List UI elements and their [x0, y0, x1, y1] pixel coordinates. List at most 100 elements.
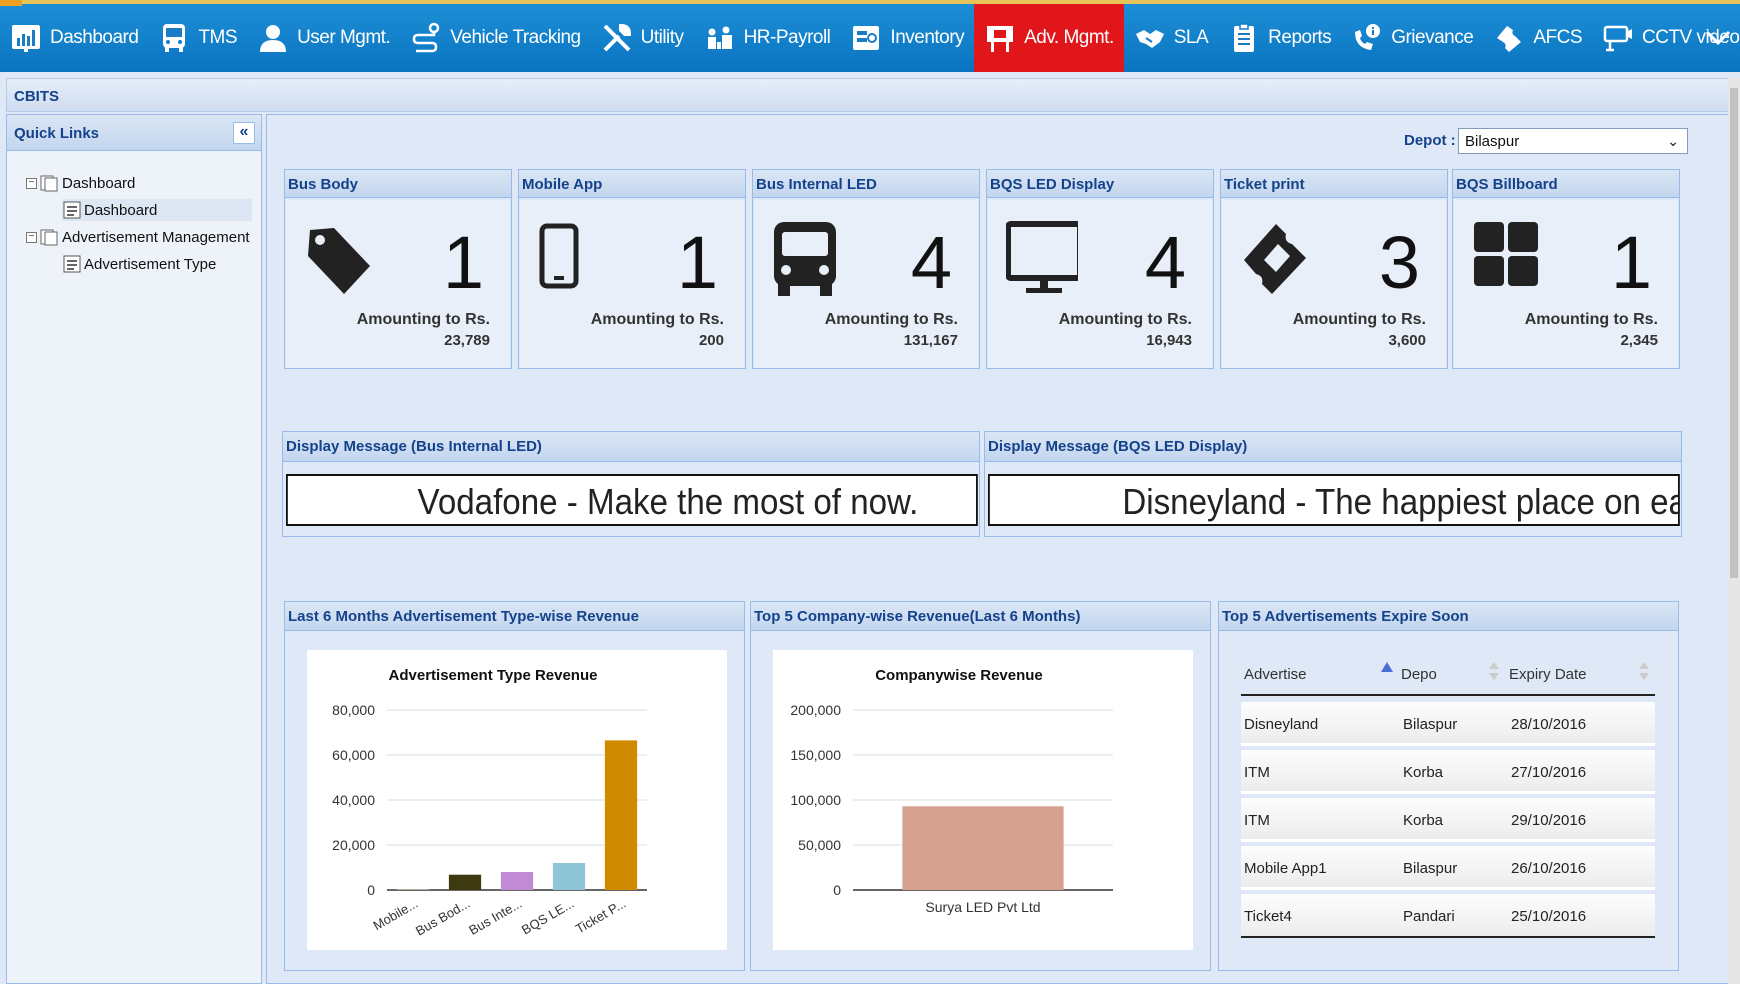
nav-dashboard[interactable]: Dashboard [0, 4, 148, 72]
y-tick-label: 0 [833, 882, 841, 898]
panel-title: Last 6 Months Advertisement Type-wise Re… [285, 602, 744, 631]
nav-sla[interactable]: SLA [1124, 4, 1218, 72]
cell-advertise: Ticket4 [1244, 908, 1292, 925]
bus-front-icon [774, 222, 836, 296]
card-body: 4 Amounting to Rs. 16,943 [988, 200, 1212, 368]
amount-label: Amounting to Rs. [1524, 311, 1658, 328]
card-bus-body: Bus Body 1 Amounting to Rs. 23,789 [284, 169, 512, 369]
x-tick-label: Bus Inte... [466, 896, 524, 938]
route-icon [412, 22, 440, 53]
table-row[interactable]: Ticket4 Pandari 25/10/2016 [1241, 894, 1655, 938]
nav-afcs[interactable]: AFCS [1483, 4, 1592, 72]
card-title: BQS LED Display [987, 170, 1213, 198]
tree-label: Advertisement Type [84, 255, 217, 273]
column-header-depo[interactable]: Depo [1401, 666, 1437, 683]
collapse-toggle-icon[interactable]: − [26, 231, 37, 243]
marquee-text: Vodafone - Make the most of now. [286, 474, 978, 526]
monitor-icon [1006, 221, 1078, 293]
quick-links-header: Quick Links « [7, 115, 261, 151]
card-title: Bus Internal LED [753, 170, 979, 198]
cell-depo: Bilaspur [1403, 716, 1458, 733]
chart-title: Advertisement Type Revenue [389, 667, 598, 684]
nav-grievance[interactable]: Grievance [1341, 4, 1483, 72]
chevron-down-icon[interactable] [1704, 26, 1732, 50]
panel-expire-soon: Top 5 Advertisements Expire Soon Adverti… [1218, 601, 1679, 971]
nav-adv-mgmt[interactable]: Adv. Mgmt. [974, 4, 1124, 72]
bar [902, 806, 1064, 890]
y-tick-label: 40,000 [332, 792, 375, 808]
collapse-toggle-icon[interactable]: − [26, 177, 37, 189]
y-tick-label: 100,000 [790, 792, 841, 808]
scrollbar-thumb[interactable] [1730, 88, 1738, 578]
depot-select[interactable]: Bilaspur ⌄ [1458, 128, 1688, 154]
cell-depo: Bilaspur [1403, 860, 1458, 877]
collapse-button[interactable]: « [233, 122, 255, 144]
nav-inventory[interactable]: Inventory [840, 4, 974, 72]
tree-leaf-advertisement-type[interactable]: Advertisement Type [62, 253, 216, 275]
table-row[interactable]: Mobile App1 Bilaspur 26/10/2016 [1241, 846, 1655, 890]
nav-vehicle-tracking[interactable]: Vehicle Tracking [400, 4, 590, 72]
app-window: { "nav": [ {"label":"Dashboard","icon":"… [0, 0, 1740, 984]
amount-value: 23,789 [444, 332, 490, 349]
nav-user-mgmt[interactable]: User Mgmt. [247, 4, 400, 72]
display-message-bus-internal-led: Display Message (Bus Internal LED) Vodaf… [282, 431, 980, 537]
mobile-icon [539, 223, 579, 289]
card-mobile-app: Mobile App 1 Amounting to Rs. 200 [518, 169, 746, 369]
sort-icon[interactable] [1489, 662, 1499, 680]
tree-label: Dashboard [62, 174, 136, 192]
column-header-advertise[interactable]: Advertise [1244, 666, 1307, 683]
bus-icon [163, 24, 186, 52]
ticket-icon [1244, 224, 1306, 294]
nav-hr-payroll[interactable]: HR-Payroll [694, 4, 841, 72]
sort-icon[interactable] [1639, 662, 1649, 680]
panel-type-revenue: Last 6 Months Advertisement Type-wise Re… [284, 601, 745, 971]
table-row[interactable]: ITM Korba 27/10/2016 [1241, 750, 1655, 794]
amount-value: 16,943 [1146, 332, 1192, 349]
card-body: 3 Amounting to Rs. 3,600 [1222, 200, 1446, 368]
x-tick-label: Bus Bod... [413, 896, 472, 939]
y-tick-label: 80,000 [332, 702, 375, 718]
bar [500, 872, 534, 890]
chart-title: Companywise Revenue [875, 667, 1043, 684]
tree-node-advertisement-management[interactable]: − Advertisement Management [26, 226, 250, 248]
card-count: 4 [1144, 221, 1186, 304]
cctv-icon [1603, 25, 1632, 52]
y-tick-label: 150,000 [790, 747, 841, 763]
table-row[interactable]: Disneyland Bilaspur 28/10/2016 [1241, 702, 1655, 746]
card-amount: Amounting to Rs. 2,345 [1525, 309, 1658, 351]
tree-node-dashboard[interactable]: − Dashboard [26, 172, 135, 194]
y-tick-label: 0 [367, 882, 375, 898]
y-tick-label: 200,000 [790, 702, 841, 718]
marquee-text: Disneyland - The happiest place on ear [988, 474, 1680, 526]
column-header-expiry-date[interactable]: Expiry Date [1509, 666, 1587, 683]
card-body: 1 Amounting to Rs. 23,789 [286, 200, 510, 368]
nav-reports[interactable]: Reports [1218, 4, 1341, 72]
sort-asc-icon[interactable] [1381, 662, 1393, 672]
amount-label: Amounting to Rs. [824, 311, 958, 328]
nav-tms[interactable]: TMS [148, 4, 247, 72]
cell-advertise: Mobile App1 [1244, 860, 1327, 877]
chevron-down-icon: ⌄ [1667, 133, 1679, 149]
cell-advertise: ITM [1244, 812, 1270, 829]
panel-title: Display Message (BQS LED Display) [985, 432, 1681, 462]
table-row[interactable]: ITM Korba 29/10/2016 [1241, 798, 1655, 842]
breadcrumb: CBITS [6, 78, 1734, 112]
y-tick-label: 60,000 [332, 747, 375, 763]
panel-title: Top 5 Advertisements Expire Soon [1219, 602, 1678, 631]
card-bqs-led-display: BQS LED Display 4 Amounting to Rs. 16,943 [986, 169, 1214, 369]
card-ticket-print: Ticket print 3 Amounting to Rs. 3,600 [1220, 169, 1448, 369]
tree-leaf-dashboard[interactable]: Dashboard [62, 199, 252, 221]
card-count: 1 [1610, 221, 1652, 304]
display-message-bqs-led-display: Display Message (BQS LED Display) Disney… [984, 431, 1682, 537]
amount-label: Amounting to Rs. [590, 311, 724, 328]
nav-utility[interactable]: Utility [591, 4, 694, 72]
x-tick-label: Mobile... [370, 896, 420, 934]
vertical-scrollbar[interactable] [1728, 78, 1740, 984]
user-icon [260, 25, 287, 52]
cell-depo: Korba [1403, 812, 1444, 829]
folder-page-icon [40, 229, 58, 246]
nav-label: Dashboard [50, 27, 139, 48]
cell-expiry: 28/10/2016 [1511, 716, 1587, 733]
panel-title: Display Message (Bus Internal LED) [283, 432, 979, 462]
advertisement-type-revenue-chart: Advertisement Type Revenue 80,000 60,000 40… [332, 667, 647, 939]
